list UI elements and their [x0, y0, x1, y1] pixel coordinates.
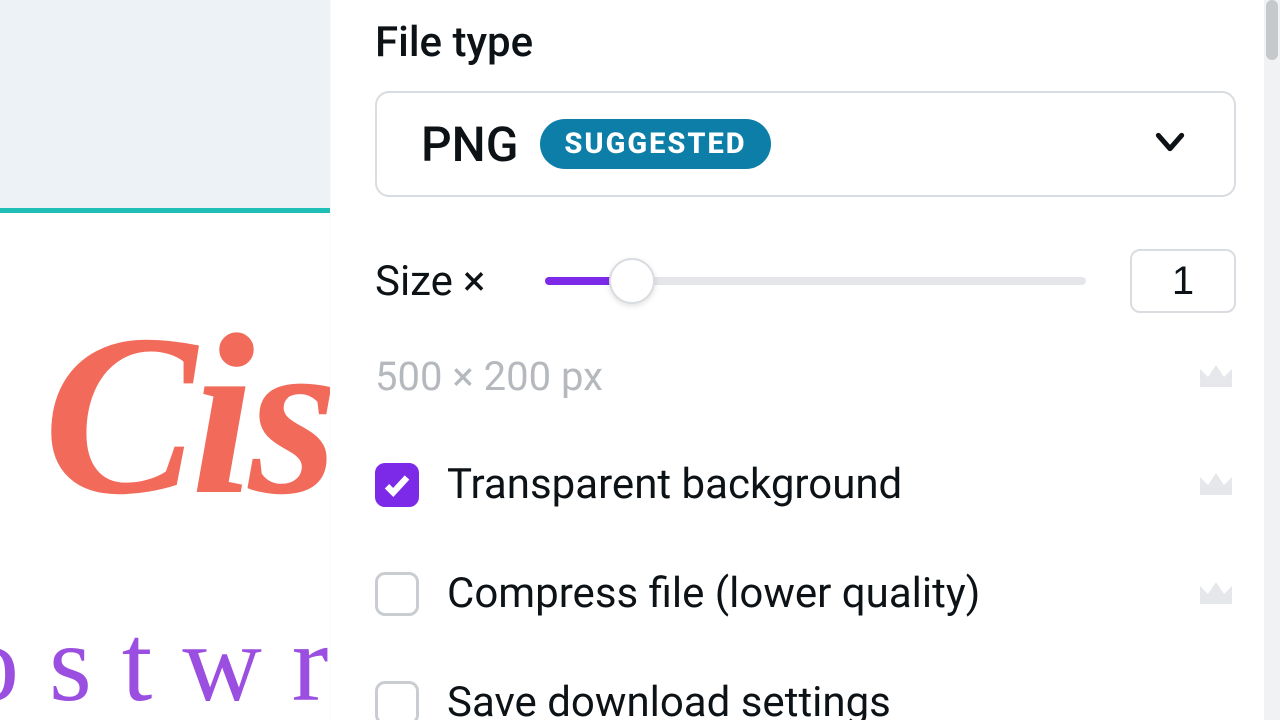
crown-icon	[1196, 467, 1236, 503]
size-input[interactable]	[1130, 249, 1236, 313]
file-type-select[interactable]: PNG SUGGESTED	[375, 91, 1236, 197]
suggested-badge: SUGGESTED	[540, 119, 770, 169]
crown-icon	[1196, 576, 1236, 612]
compress-file-label: Compress file (lower quality)	[447, 569, 980, 618]
transparent-background-label: Transparent background	[447, 460, 902, 509]
transparent-background-row: Transparent background	[375, 460, 1236, 509]
chevron-down-icon	[1150, 122, 1190, 166]
canvas-sub-text: ostwri	[0, 608, 330, 718]
transparent-background-checkbox[interactable]	[375, 463, 419, 507]
file-type-label: File type	[375, 18, 1236, 67]
design-canvas-preview: n Cis ostwri	[0, 0, 330, 720]
file-type-value: PNG	[421, 116, 518, 173]
compress-file-row: Compress file (lower quality)	[375, 569, 1236, 618]
canvas-script-text: n Cis	[0, 300, 330, 530]
canvas-background-top	[0, 0, 330, 213]
save-download-settings-row: Save download settings	[375, 678, 1236, 720]
scrollbar-thumb[interactable]	[1266, 0, 1278, 60]
save-download-settings-checkbox[interactable]	[375, 681, 419, 720]
save-download-settings-label: Save download settings	[447, 678, 891, 720]
download-panel: File type PNG SUGGESTED Size × 500 × 200…	[330, 0, 1280, 720]
scrollbar[interactable]	[1264, 0, 1280, 720]
slider-thumb[interactable]	[609, 258, 655, 304]
compress-file-checkbox[interactable]	[375, 572, 419, 616]
size-row: Size ×	[375, 249, 1236, 313]
size-label: Size	[375, 257, 453, 306]
crown-icon	[1196, 359, 1236, 395]
size-slider[interactable]	[545, 277, 1086, 285]
dimensions-row: 500 × 200 px	[375, 353, 1236, 400]
size-multiply-symbol: ×	[463, 257, 485, 306]
dimensions-text: 500 × 200 px	[375, 353, 603, 400]
